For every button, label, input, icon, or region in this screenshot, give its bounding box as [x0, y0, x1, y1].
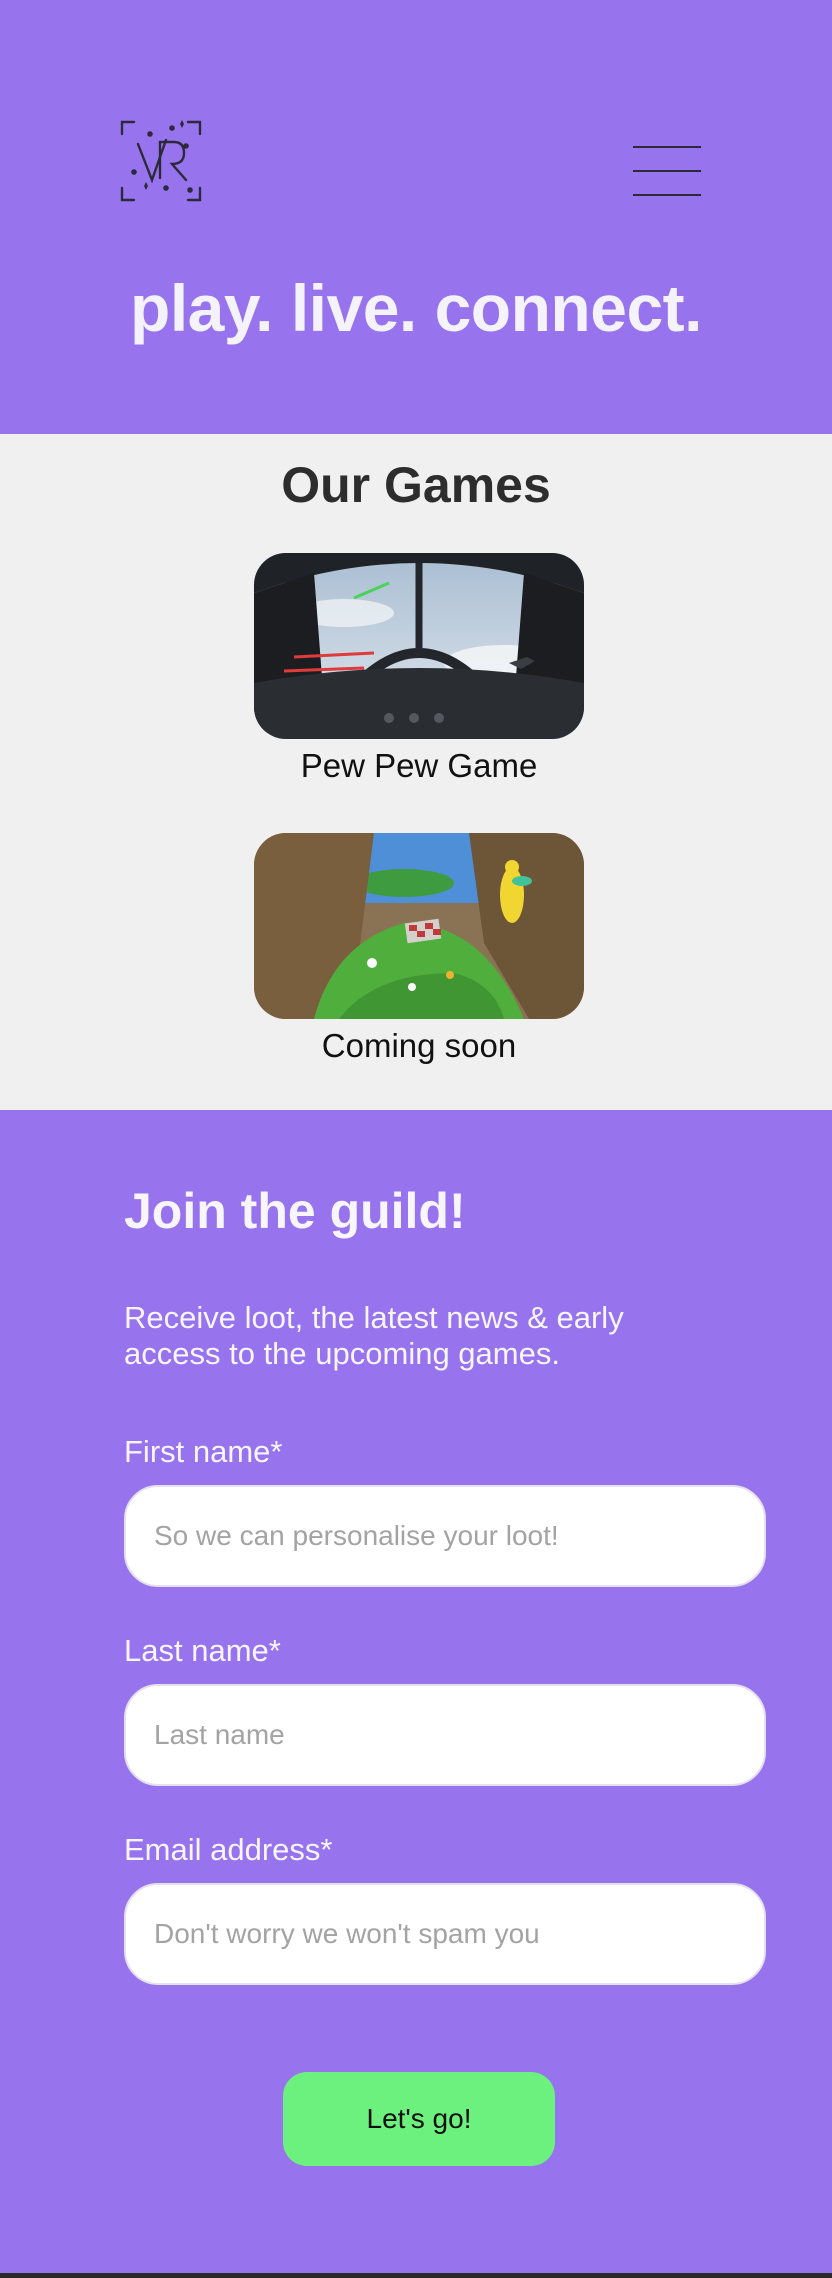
hero-title: play. live. connect. — [130, 271, 702, 345]
game-card-pew-pew[interactable]: Pew Pew Game — [254, 553, 584, 785]
signup-title: Join the guild! — [124, 1183, 466, 1239]
hamburger-menu-icon[interactable] — [633, 144, 701, 198]
forest-valley-screenshot — [254, 833, 584, 1019]
submit-button[interactable]: Let's go! — [283, 2072, 555, 2166]
menu-line — [633, 194, 701, 196]
games-section: Our Games Pew Pew Game Coming soon — [0, 434, 832, 1110]
vr-logo-icon[interactable] — [120, 120, 202, 202]
signup-description: Receive loot, the latest news & early ac… — [124, 1300, 624, 1371]
game-label-pew-pew: Pew Pew Game — [300, 747, 538, 784]
first-name-label: First name* — [124, 1434, 283, 1469]
page-bottom-edge — [0, 2273, 832, 2278]
first-name-field[interactable] — [124, 1485, 766, 1587]
space-cockpit-screenshot — [254, 553, 584, 739]
email-label: Email address* — [124, 1832, 333, 1867]
games-title: Our Games — [281, 457, 551, 513]
last-name-label: Last name* — [124, 1633, 281, 1668]
signup-section: Join the guild! Receive loot, the latest… — [0, 1110, 832, 2278]
menu-line — [633, 146, 701, 148]
game-label-coming-soon: Coming soon — [321, 1027, 517, 1064]
game-card-coming-soon[interactable]: Coming soon — [254, 833, 584, 1065]
email-field[interactable] — [124, 1883, 766, 1985]
menu-line — [633, 170, 701, 172]
last-name-field[interactable] — [124, 1684, 766, 1786]
site-header: play. live. connect. — [0, 0, 832, 434]
